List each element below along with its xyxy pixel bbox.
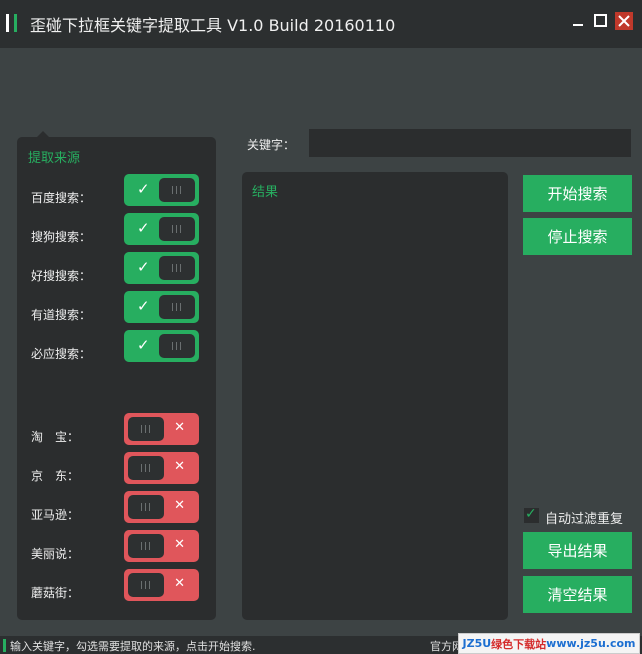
cross-icon: ✕ [174,420,185,435]
cross-icon: ✕ [174,537,185,552]
source-toggle[interactable]: ✕ [124,491,199,523]
grip-icon [172,225,182,233]
panel-pointer [37,131,49,137]
grip-icon [141,464,151,472]
source-label: 好搜搜索： [31,269,92,283]
auto-filter-label[interactable]: 自动过滤重复 [545,508,623,527]
results-title: 结果 [252,185,279,200]
toggle-knob[interactable] [128,495,164,519]
source-toggle[interactable]: ✓ [124,252,199,284]
toggle-knob[interactable] [159,295,195,319]
source-label: 百度搜索： [31,191,92,205]
keyword-input[interactable] [309,129,631,157]
cross-icon: ✕ [174,576,185,591]
cross-icon: ✕ [174,459,185,474]
grip-icon [141,581,151,589]
grip-icon [141,503,151,511]
toggle-knob[interactable] [159,178,195,202]
results-panel[interactable]: 结果 [242,172,508,620]
grip-icon [172,186,182,194]
check-icon: ✓ [137,258,150,276]
source-label: 搜狗搜索： [31,230,92,244]
title-bar: 歪碰下拉框关键字提取工具 V1.0 Build 20160110 [0,0,642,48]
toggle-knob[interactable] [128,534,164,558]
auto-filter-checkbox[interactable]: ✓ [524,506,539,523]
check-icon: ✓ [137,219,150,237]
status-message: 输入关键字，勾选需要提取的来源，点击开始搜索. [10,640,256,653]
maximize-button[interactable] [592,12,608,28]
check-icon: ✓ [137,336,150,354]
grip-icon [172,264,182,272]
source-toggle[interactable]: ✓ [124,213,199,245]
clear-results-button[interactable]: 清空结果 [523,576,632,613]
toggle-knob[interactable] [159,217,195,241]
source-label: 京 东： [31,469,80,483]
source-label: 亚马逊： [31,508,80,522]
start-search-button[interactable]: 开始搜索 [523,175,632,212]
source-toggle[interactable]: ✕ [124,530,199,562]
source-toggle[interactable]: ✓ [124,291,199,323]
title-accent-bar [6,14,9,32]
watermark-brand: JZ5U [462,637,492,650]
watermark-url: www.jz5u.com [546,637,636,650]
close-icon [618,15,630,27]
check-icon: ✓ [137,297,150,315]
source-label: 必应搜索： [31,347,92,361]
status-accent-bar [3,639,6,652]
stop-search-button[interactable]: 停止搜索 [523,218,632,255]
toggle-knob[interactable] [159,256,195,280]
source-panel-title: 提取来源 [28,151,81,166]
toggle-knob[interactable] [159,334,195,358]
source-toggle[interactable]: ✕ [124,452,199,484]
source-panel: 提取来源 百度搜索： ✓ 搜狗搜索： ✓ 好搜搜索： ✓ 有道搜索： ✓ 必应搜索： ✓ 淘 宝： ✕… [17,131,216,620]
source-label: 蘑菇街： [31,586,80,600]
source-toggle[interactable]: ✕ [124,569,199,601]
window-title: 歪碰下拉框关键字提取工具 V1.0 Build 20160110 [30,16,396,35]
source-toggle[interactable]: ✓ [124,174,199,206]
cross-icon: ✕ [174,498,185,513]
source-toggle[interactable]: ✓ [124,330,199,362]
close-button[interactable] [615,12,633,30]
toggle-knob[interactable] [128,417,164,441]
minimize-button[interactable] [570,12,586,28]
source-label: 有道搜索： [31,308,92,322]
check-icon: ✓ [137,180,150,198]
checkmark-icon: ✓ [525,506,537,522]
keyword-label: 关键字： [247,138,296,152]
title-accent-bar-green [14,14,17,32]
source-toggle[interactable]: ✕ [124,413,199,445]
source-label: 淘 宝： [31,430,80,444]
watermark-badge: JZ5U 绿色下载站 www.jz5u.com [458,633,640,654]
grip-icon [172,342,182,350]
grip-icon [141,542,151,550]
source-label: 美丽说： [31,547,80,561]
toggle-knob[interactable] [128,573,164,597]
grip-icon [172,303,182,311]
toggle-knob[interactable] [128,456,164,480]
grip-icon [141,425,151,433]
app-window: 歪碰下拉框关键字提取工具 V1.0 Build 20160110 提取来源 百度… [0,0,642,654]
export-results-button[interactable]: 导出结果 [523,532,632,569]
watermark-cn: 绿色下载站 [491,637,547,651]
